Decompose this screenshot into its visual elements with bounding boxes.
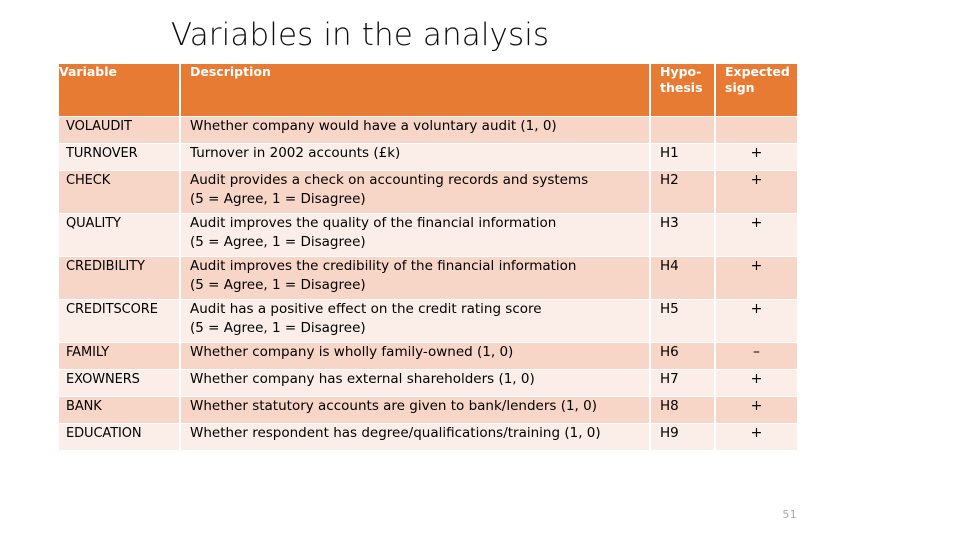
cell-variable: BANK bbox=[59, 397, 179, 423]
cell-expected-sign: + bbox=[716, 214, 797, 256]
cell-hypothesis: H1 bbox=[651, 144, 714, 170]
cell-expected-sign: + bbox=[716, 370, 797, 396]
cell-description: Audit improves the credibility of the fi… bbox=[181, 257, 649, 299]
cell-expected-sign: + bbox=[716, 257, 797, 299]
column-header-variable: Variable bbox=[59, 64, 179, 116]
cell-expected-sign: + bbox=[716, 300, 797, 342]
cell-description: Audit provides a check on accounting rec… bbox=[181, 171, 649, 213]
variables-table-container: Variable Description Hypo- thesis Expect… bbox=[57, 63, 797, 451]
table-row: QUALITY Audit improves the quality of the… bbox=[59, 214, 797, 256]
column-header-expected-sign: Expected sign bbox=[716, 64, 797, 116]
description-line-1: Turnover in 2002 accounts (£k) bbox=[190, 145, 401, 161]
table-row: BANK Whether statutory accounts are given… bbox=[59, 397, 797, 423]
description-line-1: Whether company would have a voluntary a… bbox=[190, 118, 557, 134]
table-row: CREDIBILITY Audit improves the credibilit… bbox=[59, 257, 797, 299]
cell-hypothesis bbox=[651, 117, 714, 143]
cell-hypothesis: H8 bbox=[651, 397, 714, 423]
table-header: Variable Description Hypo- thesis Expect… bbox=[59, 64, 797, 116]
table-row: TURNOVER Turnover in 2002 accounts (£k) H1… bbox=[59, 144, 797, 170]
table-row: EXOWNERS Whether company has external sha… bbox=[59, 370, 797, 396]
table-body: VOLAUDIT Whether company would have a vol… bbox=[59, 117, 797, 450]
description-line-2: (5 = Agree, 1 = Disagree) bbox=[190, 277, 366, 293]
description-line-1: Whether company is wholly family-owned (… bbox=[190, 344, 514, 360]
description-line-1: Audit provides a check on accounting rec… bbox=[190, 172, 589, 188]
cell-variable: CREDIBILITY bbox=[59, 257, 179, 299]
cell-hypothesis: H9 bbox=[651, 424, 714, 450]
description-line-1: Whether company has external shareholder… bbox=[190, 371, 535, 387]
cell-variable: CHECK bbox=[59, 171, 179, 213]
description-line-1: Whether statutory accounts are given to … bbox=[190, 398, 597, 414]
description-line-1: Audit improves the quality of the financ… bbox=[190, 215, 557, 231]
cell-variable: EXOWNERS bbox=[59, 370, 179, 396]
cell-hypothesis: H4 bbox=[651, 257, 714, 299]
column-header-hypothesis-line2: thesis bbox=[660, 80, 703, 95]
cell-expected-sign: + bbox=[716, 424, 797, 450]
cell-expected-sign: + bbox=[716, 171, 797, 213]
cell-variable: TURNOVER bbox=[59, 144, 179, 170]
cell-expected-sign: + bbox=[716, 397, 797, 423]
cell-expected-sign: – bbox=[716, 343, 797, 369]
description-line-2: (5 = Agree, 1 = Disagree) bbox=[190, 191, 366, 207]
cell-description: Audit improves the quality of the financ… bbox=[181, 214, 649, 256]
cell-variable: CREDITSCORE bbox=[59, 300, 179, 342]
table-row: CREDITSCORE Audit has a positive effect o… bbox=[59, 300, 797, 342]
description-line-1: Audit has a positive effect on the credi… bbox=[190, 301, 542, 317]
cell-variable: FAMILY bbox=[59, 343, 179, 369]
description-line-1: Whether respondent has degree/qualificat… bbox=[190, 425, 601, 441]
table-row: EDUCATION Whether respondent has degree/q… bbox=[59, 424, 797, 450]
column-header-hypothesis: Hypo- thesis bbox=[651, 64, 714, 116]
table-row: FAMILY Whether company is wholly family-o… bbox=[59, 343, 797, 369]
cell-hypothesis: H6 bbox=[651, 343, 714, 369]
cell-hypothesis: H2 bbox=[651, 171, 714, 213]
slide-canvas: Variables in the analysis Variable Descr… bbox=[0, 0, 960, 540]
cell-variable: QUALITY bbox=[59, 214, 179, 256]
column-header-hypothesis-line1: Hypo- bbox=[660, 64, 702, 79]
cell-description: Whether statutory accounts are given to … bbox=[181, 397, 649, 423]
cell-description: Whether respondent has degree/qualificat… bbox=[181, 424, 649, 450]
slide-page-number: 51 bbox=[782, 508, 797, 521]
cell-expected-sign bbox=[716, 117, 797, 143]
cell-hypothesis: H7 bbox=[651, 370, 714, 396]
cell-hypothesis: H5 bbox=[651, 300, 714, 342]
description-line-1: Audit improves the credibility of the fi… bbox=[190, 258, 577, 274]
description-line-2: (5 = Agree, 1 = Disagree) bbox=[190, 234, 366, 250]
page-title: Variables in the analysis bbox=[170, 17, 550, 53]
column-header-expected-sign-line1: Expected bbox=[725, 64, 790, 79]
cell-description: Audit has a positive effect on the credi… bbox=[181, 300, 649, 342]
table-header-row: Variable Description Hypo- thesis Expect… bbox=[59, 64, 797, 116]
cell-description: Whether company is wholly family-owned (… bbox=[181, 343, 649, 369]
table-row: VOLAUDIT Whether company would have a vol… bbox=[59, 117, 797, 143]
cell-hypothesis: H3 bbox=[651, 214, 714, 256]
cell-description: Turnover in 2002 accounts (£k) bbox=[181, 144, 649, 170]
cell-variable: VOLAUDIT bbox=[59, 117, 179, 143]
description-line-2: (5 = Agree, 1 = Disagree) bbox=[190, 320, 366, 336]
cell-expected-sign: + bbox=[716, 144, 797, 170]
table-row: CHECK Audit provides a check on accountin… bbox=[59, 171, 797, 213]
cell-description: Whether company has external shareholder… bbox=[181, 370, 649, 396]
column-header-expected-sign-line2: sign bbox=[725, 80, 755, 95]
column-header-description: Description bbox=[181, 64, 649, 116]
variables-table: Variable Description Hypo- thesis Expect… bbox=[57, 63, 799, 451]
cell-description: Whether company would have a voluntary a… bbox=[181, 117, 649, 143]
cell-variable: EDUCATION bbox=[59, 424, 179, 450]
